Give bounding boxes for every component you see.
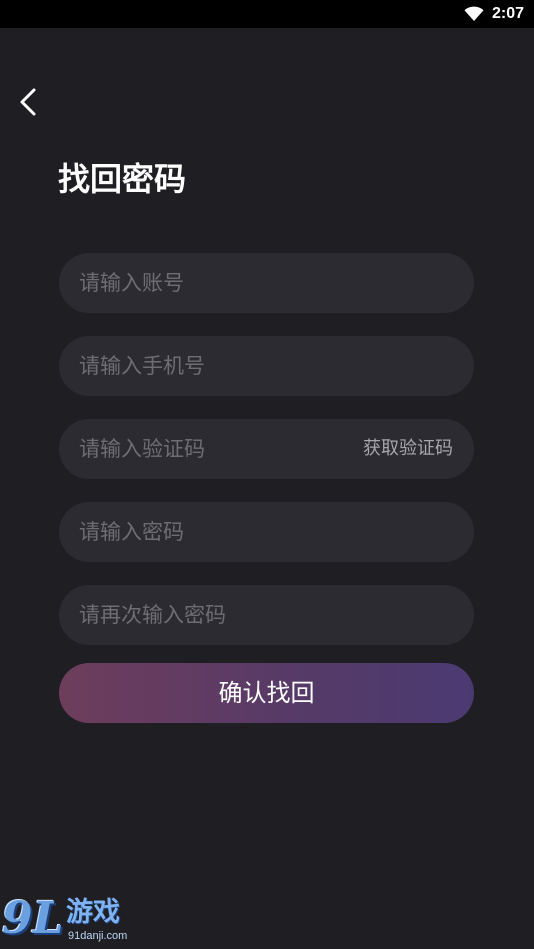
password-input[interactable] (59, 502, 474, 562)
watermark-name: 游戏 (66, 897, 120, 928)
chevron-left-icon (20, 88, 36, 116)
get-code-button[interactable]: 获取验证码 (363, 419, 453, 479)
password-field (59, 502, 474, 562)
confirm-recover-button[interactable]: 确认找回 (59, 663, 474, 723)
watermark-url: 91danji.com (68, 930, 128, 942)
phone-field (59, 336, 474, 396)
phone-input[interactable] (59, 336, 474, 396)
status-bar: 2:07 (0, 0, 534, 28)
account-input[interactable] (59, 253, 474, 313)
back-button[interactable] (12, 82, 48, 122)
verification-code-field: 获取验证码 (59, 419, 474, 479)
confirm-password-input[interactable] (59, 585, 474, 645)
wifi-icon (464, 6, 484, 21)
watermark-logo-mark: 9L (2, 893, 64, 944)
status-time: 2:07 (491, 5, 524, 22)
verification-code-input[interactable] (59, 419, 349, 479)
account-field (59, 253, 474, 313)
watermark-logo: 9L 游戏 91danji.com (0, 892, 140, 949)
page-title: 找回密码 (58, 160, 187, 198)
confirm-password-field (59, 585, 474, 645)
